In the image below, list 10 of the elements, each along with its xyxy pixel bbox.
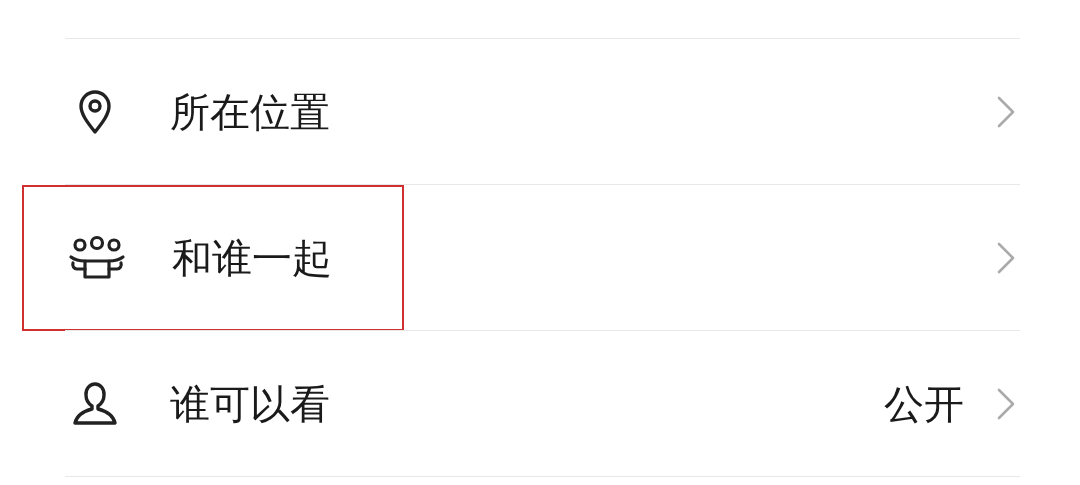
row-value: 公开 bbox=[884, 379, 964, 429]
chevron-right-icon[interactable] bbox=[996, 241, 1016, 275]
row-title-area[interactable]: 和谁一起 bbox=[22, 185, 404, 331]
chevron-right-icon[interactable] bbox=[996, 387, 1016, 421]
chevron-right-icon[interactable] bbox=[996, 95, 1016, 129]
row-label: 和谁一起 bbox=[172, 233, 332, 283]
row-title-area[interactable]: 所在位置 bbox=[22, 39, 404, 185]
row-label: 谁可以看 bbox=[170, 379, 330, 429]
row-label: 所在位置 bbox=[170, 87, 330, 137]
row-title-area[interactable]: 谁可以看 bbox=[22, 331, 404, 477]
